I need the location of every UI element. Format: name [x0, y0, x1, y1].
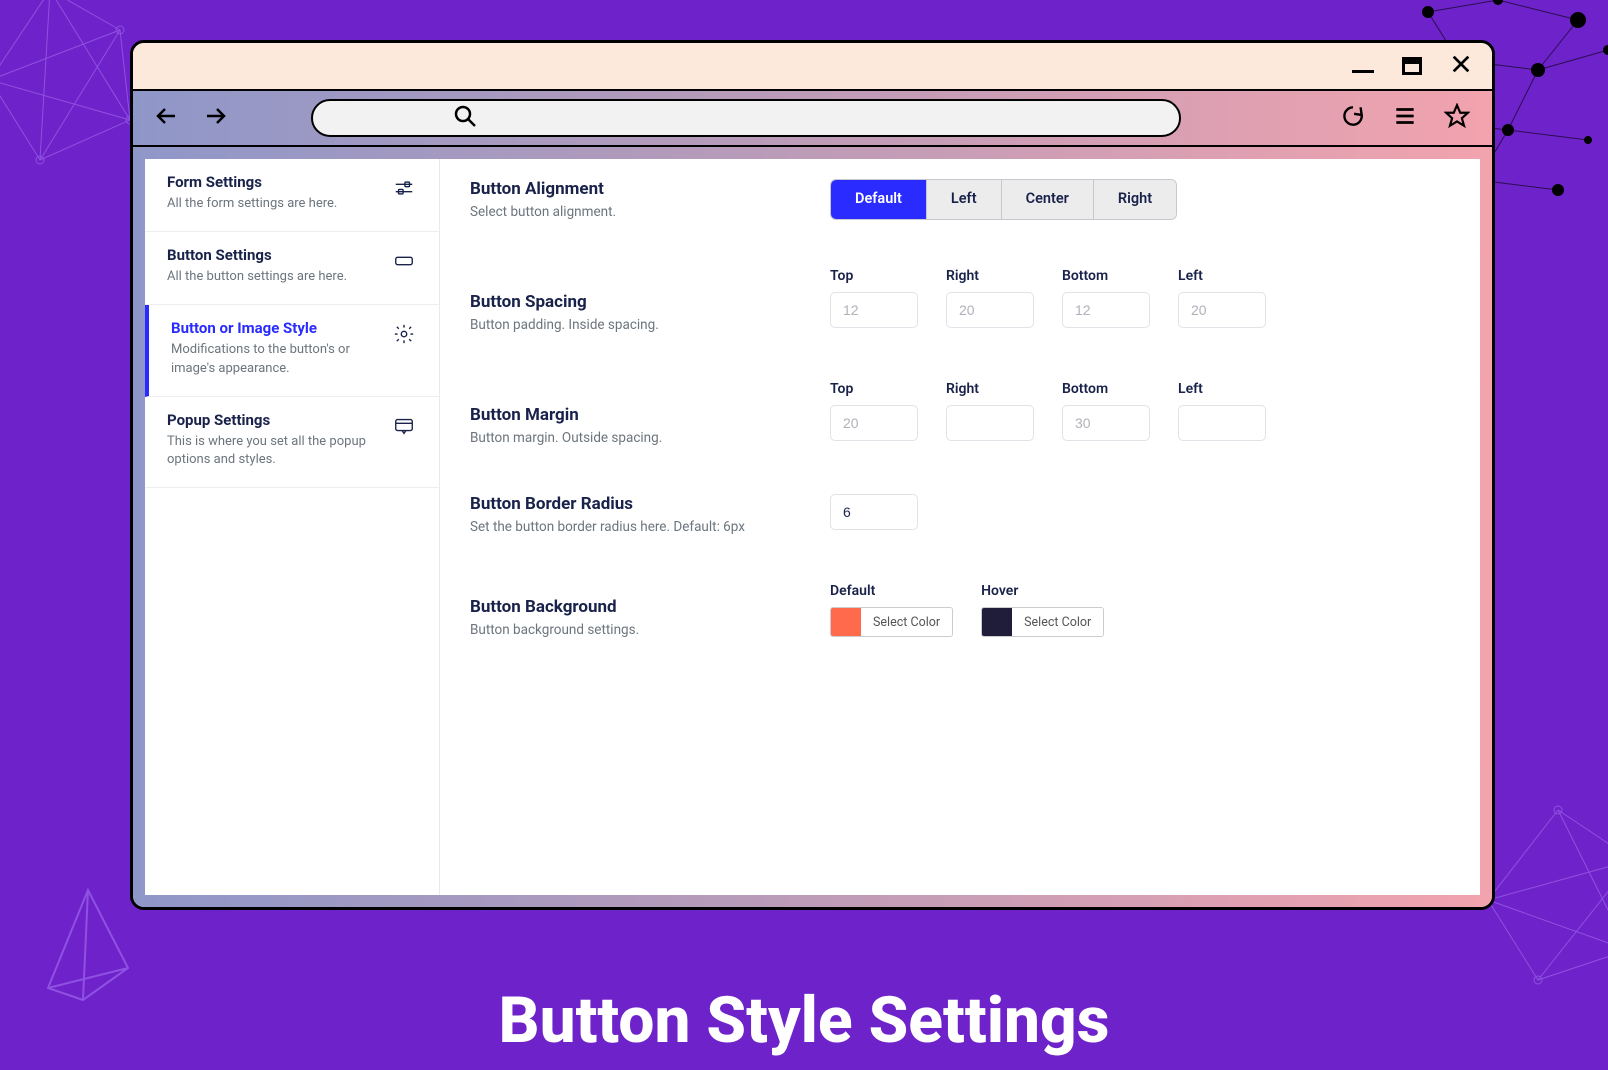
setting-desc: Button padding. Inside spacing.	[470, 317, 830, 333]
setting-border-radius: Button Border Radius Set the button bord…	[470, 494, 1450, 535]
alignment-segmented: Default Left Center Right	[830, 179, 1177, 220]
button-icon	[393, 250, 417, 276]
sidebar-item-title: Button or Image Style	[171, 319, 383, 337]
sidebar-item-desc: All the button settings are here.	[167, 268, 383, 286]
reload-button[interactable]	[1340, 103, 1366, 133]
browser-window: Form Settings All the form settings are …	[130, 40, 1495, 910]
bg-hover-label: Hover	[981, 583, 1104, 599]
sliders-icon	[393, 177, 417, 203]
sidebar-item-button-image-style[interactable]: Button or Image Style Modifications to t…	[145, 305, 439, 396]
sidebar-item-popup-settings[interactable]: Popup Settings This is where you set all…	[145, 397, 439, 488]
setting-desc: Select button alignment.	[470, 204, 830, 220]
setting-button-alignment: Button Alignment Select button alignment…	[470, 179, 1450, 220]
setting-button-background: Button Background Button background sett…	[470, 583, 1450, 638]
menu-button[interactable]	[1392, 103, 1418, 133]
alignment-option-default[interactable]: Default	[831, 180, 927, 219]
spacing-bottom-input[interactable]	[1062, 292, 1150, 328]
spacing-right-input[interactable]	[946, 292, 1034, 328]
margin-top-label: Top	[830, 381, 918, 397]
bg-hover-select-label: Select Color	[1012, 608, 1103, 636]
setting-button-spacing: Button Spacing Button padding. Inside sp…	[470, 268, 1450, 333]
setting-button-margin: Button Margin Button margin. Outside spa…	[470, 381, 1450, 446]
back-button[interactable]	[155, 104, 179, 132]
alignment-option-left[interactable]: Left	[927, 180, 1002, 219]
setting-title: Button Margin	[470, 405, 830, 425]
spacing-left-label: Left	[1178, 268, 1266, 284]
bg-default-label: Default	[830, 583, 953, 599]
margin-left-input[interactable]	[1178, 405, 1266, 441]
settings-sidebar: Form Settings All the form settings are …	[145, 159, 440, 895]
sidebar-item-form-settings[interactable]: Form Settings All the form settings are …	[145, 159, 439, 232]
setting-title: Button Background	[470, 597, 830, 617]
favorite-button[interactable]	[1444, 103, 1470, 133]
sidebar-item-desc: All the form settings are here.	[167, 195, 383, 213]
gear-icon	[393, 323, 417, 349]
title-bar	[133, 43, 1492, 91]
bg-default-swatch	[831, 608, 861, 636]
margin-bottom-input[interactable]	[1062, 405, 1150, 441]
content-area: Form Settings All the form settings are …	[133, 147, 1492, 907]
setting-desc: Set the button border radius here. Defau…	[470, 519, 830, 535]
forward-button[interactable]	[203, 104, 227, 132]
settings-main: Button Alignment Select button alignment…	[440, 159, 1480, 895]
margin-right-input[interactable]	[946, 405, 1034, 441]
border-radius-input[interactable]	[830, 494, 918, 530]
spacing-left-input[interactable]	[1178, 292, 1266, 328]
window-maximize-button[interactable]	[1402, 57, 1422, 75]
sidebar-item-button-settings[interactable]: Button Settings All the button settings …	[145, 232, 439, 305]
alignment-option-right[interactable]: Right	[1094, 180, 1176, 219]
search-icon	[453, 104, 477, 132]
setting-desc: Button margin. Outside spacing.	[470, 430, 830, 446]
spacing-bottom-label: Bottom	[1062, 268, 1150, 284]
sidebar-item-title: Form Settings	[167, 173, 383, 191]
bg-hover-picker[interactable]: Select Color	[981, 607, 1104, 637]
setting-desc: Button background settings.	[470, 622, 830, 638]
margin-right-label: Right	[946, 381, 1034, 397]
sidebar-item-desc: This is where you set all the popup opti…	[167, 433, 383, 469]
window-minimize-button[interactable]	[1352, 60, 1374, 73]
margin-top-input[interactable]	[830, 405, 918, 441]
window-close-button[interactable]	[1450, 53, 1472, 79]
setting-title: Button Alignment	[470, 179, 830, 199]
bg-hover-swatch	[982, 608, 1012, 636]
spacing-top-label: Top	[830, 268, 918, 284]
address-bar[interactable]	[311, 99, 1181, 137]
spacing-right-label: Right	[946, 268, 1034, 284]
sidebar-item-title: Popup Settings	[167, 411, 383, 429]
sidebar-item-desc: Modifications to the button's or image's…	[171, 341, 383, 377]
spacing-top-input[interactable]	[830, 292, 918, 328]
popup-icon	[393, 415, 417, 441]
bg-default-picker[interactable]: Select Color	[830, 607, 953, 637]
nav-bar	[133, 91, 1492, 147]
margin-left-label: Left	[1178, 381, 1266, 397]
setting-title: Button Border Radius	[470, 494, 830, 514]
sidebar-item-title: Button Settings	[167, 246, 383, 264]
setting-title: Button Spacing	[470, 292, 830, 312]
alignment-option-center[interactable]: Center	[1002, 180, 1094, 219]
margin-bottom-label: Bottom	[1062, 381, 1150, 397]
bg-default-select-label: Select Color	[861, 608, 952, 636]
page-title: Button Style Settings	[0, 983, 1608, 1058]
